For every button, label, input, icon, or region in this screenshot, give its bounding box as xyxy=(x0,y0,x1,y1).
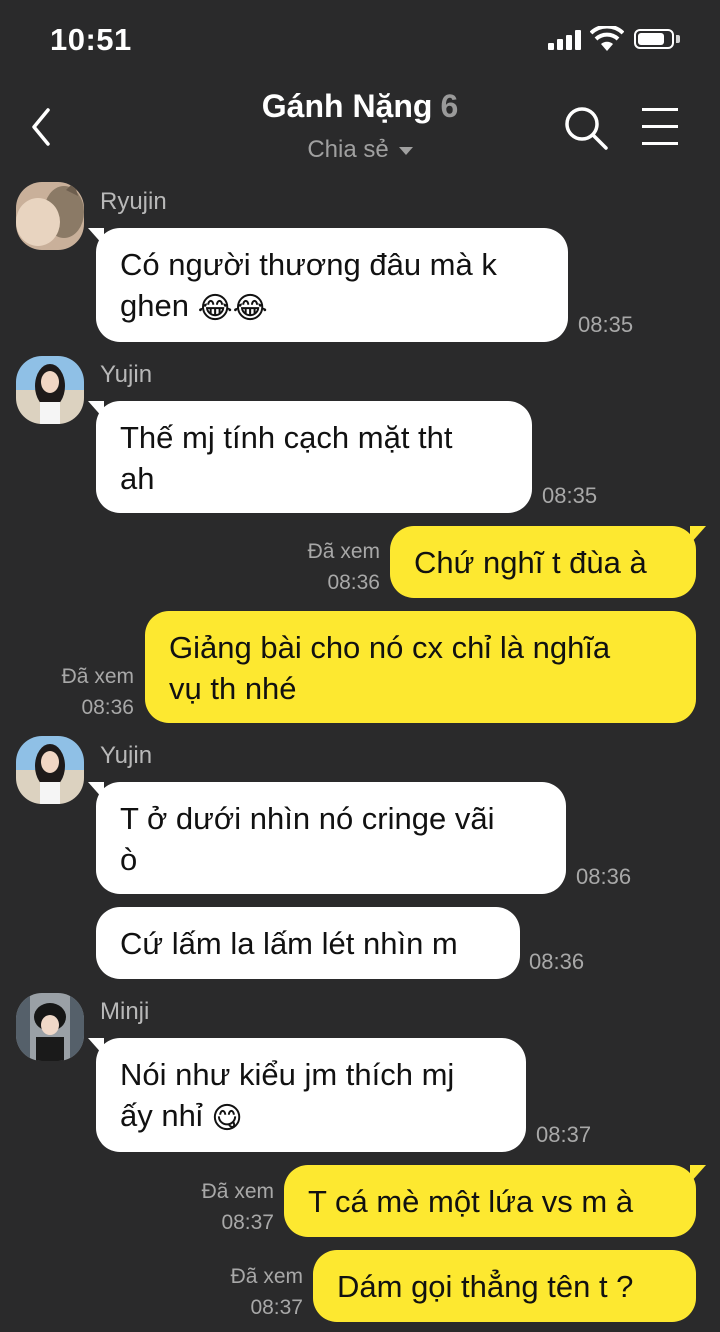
status-time: 10:51 xyxy=(50,22,132,57)
message-text: Chứ nghĩ t đùa à xyxy=(414,545,647,580)
message-bubble-outgoing[interactable]: Giảng bài cho nó cx chỉ là nghĩa vụ th n… xyxy=(145,611,696,723)
message-text-line: Giảng bài cho nó cx chỉ là nghĩa xyxy=(169,630,611,665)
message-text-line: ấy nhỉ 😋 xyxy=(120,1095,502,1139)
message-text: Dám gọi thẳng tên t ? xyxy=(337,1269,634,1304)
status-bar: 10:51 xyxy=(0,0,720,80)
avatar-yujin[interactable] xyxy=(16,736,84,804)
message-text-line: Thế mj tính cạch mặt tht xyxy=(120,420,453,455)
message-bubble-outgoing[interactable]: Dám gọi thẳng tên t ? xyxy=(313,1250,696,1322)
battery-tip xyxy=(676,35,680,43)
avatar-yujin[interactable] xyxy=(16,356,84,424)
message-bubble-outgoing[interactable]: T cá mè một lứa vs m à xyxy=(284,1165,696,1237)
message-time: 08:36 xyxy=(576,864,632,889)
avatar-minji[interactable] xyxy=(16,993,84,1061)
message-bubble-incoming[interactable]: Có người thương đâu mà k ghen 😂😂 xyxy=(96,228,568,342)
message-text-line: ghen 😂😂 xyxy=(120,285,544,329)
message-text-line: ò xyxy=(120,842,138,877)
hamburger-menu-icon[interactable] xyxy=(642,106,682,146)
chat-subtitle[interactable]: Chia sẻ xyxy=(0,136,720,164)
chat-subtitle-text: Chia sẻ xyxy=(307,136,389,163)
chat-title-text: Gánh Nặng xyxy=(261,88,433,124)
message-time: 08:37 xyxy=(536,1122,592,1147)
chat-header: Gánh Nặng 6 Chia sẻ xyxy=(0,80,720,180)
message-text-line: Nói như kiểu jm thích mj xyxy=(120,1057,455,1092)
message-bubble-outgoing[interactable]: Chứ nghĩ t đùa à xyxy=(390,526,696,598)
message-bubble-incoming[interactable]: T ở dưới nhìn nó cringe vãi ò xyxy=(96,782,566,894)
message-time: 08:36 xyxy=(529,949,585,974)
message-bubble-incoming[interactable]: Thế mj tính cạch mặt tht ah xyxy=(96,401,532,513)
read-receipt: Đã xem 08:36 xyxy=(61,665,134,719)
message-text-line: vụ th nhé xyxy=(169,671,297,706)
laughing-tears-emoji-icon: 😂😂 xyxy=(197,292,268,325)
search-icon[interactable] xyxy=(562,104,610,152)
sender-name: Yujin xyxy=(100,742,153,769)
bubble-tail xyxy=(690,526,706,544)
avatar-ryujin[interactable] xyxy=(16,182,84,250)
chat-title[interactable]: Gánh Nặng 6 xyxy=(0,88,720,125)
message-time: 08:35 xyxy=(578,312,634,337)
battery-icon xyxy=(634,29,674,49)
message-text-line: T ở dưới nhìn nó cringe vãi xyxy=(120,801,495,836)
message-text-line: Có người thương đâu mà k xyxy=(120,247,497,282)
wifi-icon xyxy=(590,26,624,51)
yum-face-emoji-icon: 😋 xyxy=(211,1102,243,1135)
caret-down-icon xyxy=(398,146,413,155)
read-receipt: Đã xem 08:37 xyxy=(230,1265,303,1319)
read-receipt: Đã xem 08:36 xyxy=(307,540,380,594)
message-text: Cứ lấm la lấm lét nhìn m xyxy=(120,926,458,961)
cellular-signal-icon xyxy=(548,30,582,50)
message-bubble-incoming[interactable]: Cứ lấm la lấm lét nhìn m xyxy=(96,907,520,979)
message-time: 08:35 xyxy=(542,483,598,508)
member-count: 6 xyxy=(440,88,459,124)
sender-name: Ryujin xyxy=(100,188,167,215)
sender-name: Minji xyxy=(100,998,150,1025)
message-text-line: ah xyxy=(120,461,155,496)
sender-name: Yujin xyxy=(100,361,153,388)
read-receipt: Đã xem 08:37 xyxy=(201,1180,274,1234)
message-bubble-incoming[interactable]: Nói như kiểu jm thích mj ấy nhỉ 😋 xyxy=(96,1038,526,1152)
message-text: T cá mè một lứa vs m à xyxy=(308,1184,634,1219)
bubble-tail xyxy=(690,1165,706,1183)
